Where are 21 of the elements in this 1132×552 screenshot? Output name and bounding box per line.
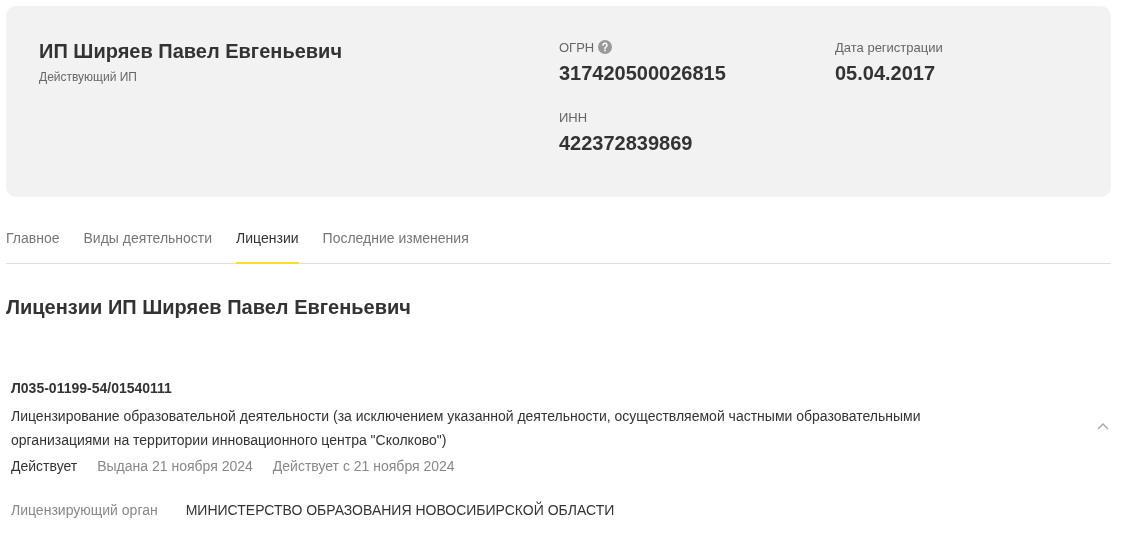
section-title: Лицензии ИП Ширяев Павел Евгеньевич	[6, 295, 411, 320]
field-label: ОГРН	[559, 39, 595, 55]
help-icon[interactable]	[598, 40, 613, 54]
field-value: 05.04.2017	[835, 61, 936, 86]
field-label: Дата регистрации	[835, 39, 943, 55]
license-status: Действует	[11, 457, 78, 476]
field-value: 317420500026815	[559, 61, 726, 86]
tab[interactable]: Лицензии	[236, 222, 299, 264]
tab[interactable]: Главное	[6, 222, 60, 264]
tab[interactable]: Виды деятельности	[83, 222, 213, 264]
tab[interactable]: Последние изменения	[322, 222, 469, 264]
detail-label: Лицензирующий орган	[11, 501, 158, 520]
issue-date: Выдана 21 ноября 2024	[97, 457, 253, 476]
field-value: 422372839869	[559, 131, 693, 156]
field-label: ИНН	[559, 109, 588, 125]
company-name: ИП Ширяев Павел Евгеньевич	[39, 39, 343, 64]
license-number: Л035-01199-54/01540111	[11, 379, 172, 398]
company-status: Действующий ИП	[39, 70, 137, 84]
license-description: Лицензирование образовательной деятельности (за исключением указанной деятельности, осуществляемой частными образовательными организациями на территории инновационного центра "Сколково")	[11, 407, 922, 450]
detail-value: МИНИСТЕРСТВО ОБРАЗОВАНИЯ НОВОСИБИРСКОЙ ОБЛАСТИ	[185, 500, 615, 520]
valid-from-date: Действует с 21 ноября 2024	[272, 457, 455, 476]
